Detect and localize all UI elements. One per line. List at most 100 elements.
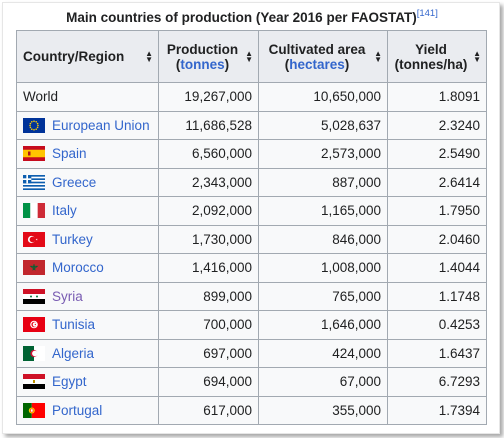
production-cell: 6,560,000 bbox=[158, 139, 259, 169]
area-cell: 424,000 bbox=[258, 338, 388, 368]
table-caption: Main countries of production (Year 2016 … bbox=[0, 8, 504, 25]
area-cell: 67,000 bbox=[258, 367, 388, 397]
area-cell: 2,573,000 bbox=[258, 139, 388, 169]
table-row: World 19,267,000 10,650,000 1.8091 bbox=[16, 82, 487, 112]
syria-flag-icon bbox=[23, 288, 45, 304]
country-link[interactable]: Morocco bbox=[52, 260, 104, 275]
yield-cell: 2.6414 bbox=[387, 167, 487, 197]
table-row: Tunisia 700,000 1,646,000 0.4253 bbox=[16, 310, 487, 340]
country-cell: Italy bbox=[16, 196, 159, 226]
caption-text: Main countries of production (Year 2016 … bbox=[66, 10, 417, 25]
country-link[interactable]: Portugal bbox=[52, 403, 102, 418]
area-cell: 10,650,000 bbox=[258, 82, 388, 112]
column-header-yield[interactable]: Yield (tonnes/ha) ▲ ▼ bbox=[387, 30, 487, 83]
greece-flag-icon bbox=[23, 174, 45, 190]
area-cell: 765,000 bbox=[258, 281, 388, 311]
column-header-area[interactable]: Cultivated area (hectares) ▲ ▼ bbox=[258, 30, 388, 83]
country-cell: European Union bbox=[16, 110, 159, 140]
table-row: European Union 11,686,528 5,028,637 2.32… bbox=[16, 110, 487, 140]
production-cell: 694,000 bbox=[158, 367, 259, 397]
production-cell: 899,000 bbox=[158, 281, 259, 311]
country-link[interactable]: Spain bbox=[52, 146, 87, 161]
column-header-area-label: Cultivated area bbox=[268, 41, 366, 57]
yield-cell: 6.7293 bbox=[387, 367, 487, 397]
production-cell: 1,730,000 bbox=[158, 224, 259, 254]
column-header-country[interactable]: Country/Region ▲ ▼ bbox=[16, 30, 159, 83]
production-table: Country/Region ▲ ▼ Production (tonnes) ▲ ▼… bbox=[16, 30, 487, 425]
production-cell: 700,000 bbox=[158, 310, 259, 340]
italy-flag-icon bbox=[23, 203, 45, 219]
country-link[interactable]: Turkey bbox=[52, 232, 93, 247]
country-cell: Tunisia bbox=[16, 310, 159, 340]
country-link[interactable]: Greece bbox=[52, 175, 96, 190]
country-link[interactable]: European Union bbox=[52, 118, 150, 133]
sort-icon[interactable]: ▲ ▼ bbox=[374, 49, 382, 63]
table-row: Egypt 694,000 67,000 6.7293 bbox=[16, 367, 487, 397]
portugal-flag-icon bbox=[23, 402, 45, 418]
area-cell: 355,000 bbox=[258, 395, 388, 425]
production-cell: 697,000 bbox=[158, 338, 259, 368]
production-cell: 11,686,528 bbox=[158, 110, 259, 140]
tunisia-flag-icon bbox=[23, 317, 45, 333]
production-cell: 2,343,000 bbox=[158, 167, 259, 197]
yield-cell: 2.3240 bbox=[387, 110, 487, 140]
country-label: World bbox=[23, 89, 59, 105]
country-link[interactable]: Egypt bbox=[52, 374, 87, 389]
spain-flag-icon bbox=[23, 146, 45, 162]
caption-reference-link[interactable]: [141] bbox=[417, 8, 438, 19]
yield-cell: 1.8091 bbox=[387, 82, 487, 112]
country-cell: Greece bbox=[16, 167, 159, 197]
column-header-country-label: Country/Region bbox=[23, 49, 125, 64]
area-cell: 887,000 bbox=[258, 167, 388, 197]
sort-icon[interactable]: ▲ ▼ bbox=[473, 49, 481, 63]
yield-cell: 1.7394 bbox=[387, 395, 487, 425]
yield-cell: 2.0460 bbox=[387, 224, 487, 254]
country-cell: Turkey bbox=[16, 224, 159, 254]
country-link[interactable]: Italy bbox=[52, 203, 77, 218]
table-row: Italy 2,092,000 1,165,000 1.7950 bbox=[16, 196, 487, 226]
turkey-flag-icon bbox=[23, 231, 45, 247]
country-cell: Algeria bbox=[16, 338, 159, 368]
country-cell: Syria bbox=[16, 281, 159, 311]
column-header-yield-unit: (tonnes/ha) bbox=[394, 56, 468, 72]
production-cell: 617,000 bbox=[158, 395, 259, 425]
yield-cell: 2.5490 bbox=[387, 139, 487, 169]
tonnes-link[interactable]: tonnes bbox=[180, 57, 224, 72]
yield-cell: 1.7950 bbox=[387, 196, 487, 226]
area-cell: 846,000 bbox=[258, 224, 388, 254]
yield-cell: 0.4253 bbox=[387, 310, 487, 340]
yield-cell: 1.6437 bbox=[387, 338, 487, 368]
column-header-production-label: Production bbox=[166, 41, 239, 57]
country-link[interactable]: Syria bbox=[52, 289, 83, 304]
country-cell: Egypt bbox=[16, 367, 159, 397]
area-cell: 5,028,637 bbox=[258, 110, 388, 140]
eu-flag-icon bbox=[23, 117, 45, 133]
production-cell: 2,092,000 bbox=[158, 196, 259, 226]
country-cell: World bbox=[16, 82, 159, 112]
area-cell: 1,008,000 bbox=[258, 253, 388, 283]
country-link[interactable]: Algeria bbox=[52, 346, 94, 361]
sort-icon[interactable]: ▲ ▼ bbox=[245, 49, 253, 63]
morocco-flag-icon bbox=[23, 260, 45, 276]
production-cell: 19,267,000 bbox=[158, 82, 259, 112]
area-cell: 1,165,000 bbox=[258, 196, 388, 226]
yield-cell: 1.1748 bbox=[387, 281, 487, 311]
table-row: Morocco 1,416,000 1,008,000 1.4044 bbox=[16, 253, 487, 283]
column-header-yield-label: Yield bbox=[415, 41, 447, 57]
hectares-link[interactable]: hectares bbox=[289, 57, 345, 72]
table-row: Greece 2,343,000 887,000 2.6414 bbox=[16, 167, 487, 197]
production-cell: 1,416,000 bbox=[158, 253, 259, 283]
country-cell: Morocco bbox=[16, 253, 159, 283]
table-row: Turkey 1,730,000 846,000 2.0460 bbox=[16, 224, 487, 254]
algeria-flag-icon bbox=[23, 345, 45, 361]
country-link[interactable]: Tunisia bbox=[52, 317, 95, 332]
table-row: Syria 899,000 765,000 1.1748 bbox=[16, 281, 487, 311]
egypt-flag-icon bbox=[23, 374, 45, 390]
country-cell: Portugal bbox=[16, 395, 159, 425]
area-cell: 1,646,000 bbox=[258, 310, 388, 340]
sort-icon[interactable]: ▲ ▼ bbox=[145, 49, 153, 63]
country-cell: Spain bbox=[16, 139, 159, 169]
yield-cell: 1.4044 bbox=[387, 253, 487, 283]
table-row: Portugal 617,000 355,000 1.7394 bbox=[16, 395, 487, 425]
column-header-production[interactable]: Production (tonnes) ▲ ▼ bbox=[158, 30, 259, 83]
